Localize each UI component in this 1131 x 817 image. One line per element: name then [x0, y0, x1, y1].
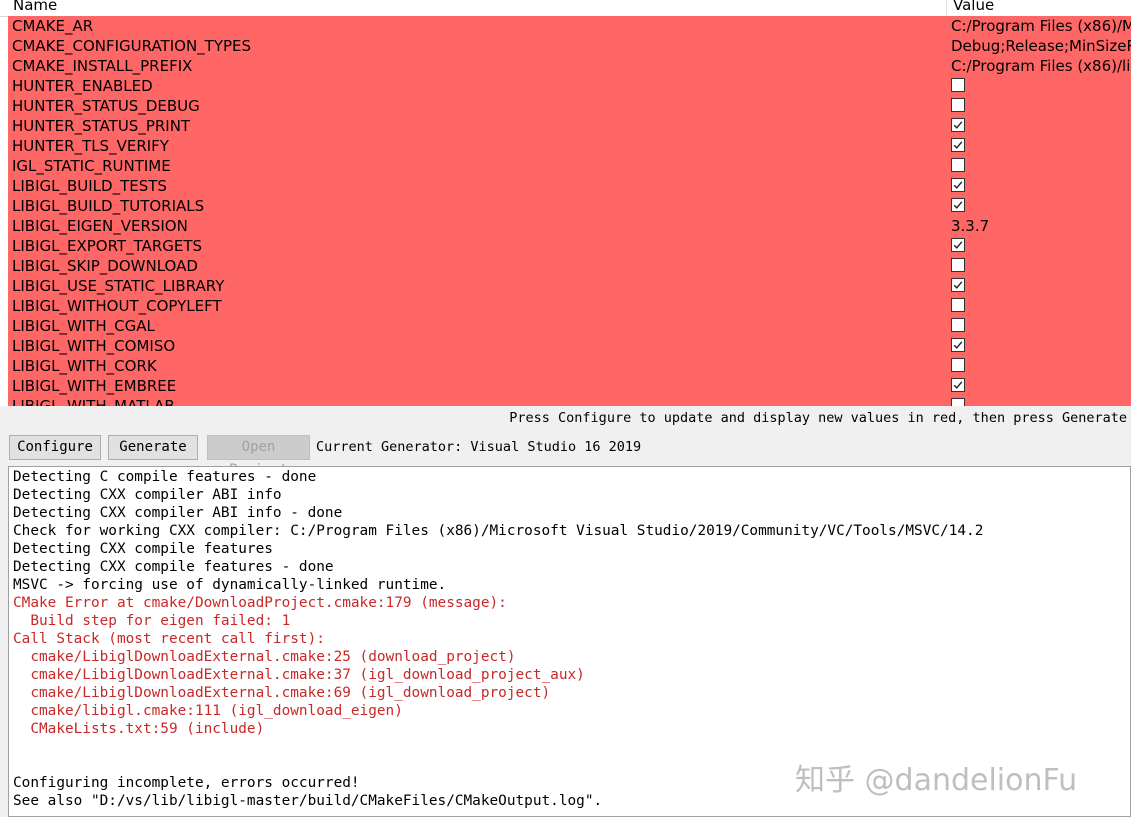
- log-error-line: CMake Error at cmake/DownloadProject.cma…: [13, 595, 507, 611]
- cache-entry-name: LIBIGL_EXPORT_TARGETS: [12, 237, 203, 255]
- cache-row[interactable]: CMAKE_INSTALL_PREFIX C:/Program Files (x8…: [8, 56, 1131, 76]
- table-header: Name Value: [0, 0, 1131, 17]
- current-generator-label: Current Generator: Visual Studio 16 2019: [316, 439, 642, 455]
- cache-entry-name: LIBIGL_WITH_CORK: [12, 357, 157, 375]
- cache-entry-checkbox[interactable]: [951, 358, 965, 372]
- checkmark-icon: [953, 381, 963, 389]
- log-line: Check for working CXX compiler: C:/Progr…: [13, 523, 984, 539]
- cache-table: Name Value CMAKE_AR C:/Program Files (x86…: [0, 0, 1131, 406]
- checkmark-icon: [953, 341, 963, 349]
- cache-entry-name: HUNTER_TLS_VERIFY: [12, 137, 169, 155]
- cache-row[interactable]: HUNTER_ENABLED: [8, 76, 1131, 96]
- log-error-line: cmake/LibiglDownloadExternal.cmake:25 (d…: [13, 649, 516, 665]
- cache-entry-name: HUNTER_ENABLED: [12, 77, 153, 95]
- cache-row[interactable]: LIBIGL_WITH_CGAL: [8, 316, 1131, 336]
- cache-entry-name: LIBIGL_BUILD_TUTORIALS: [12, 197, 205, 215]
- cache-entry-checkbox[interactable]: [951, 98, 965, 112]
- cache-entry-value[interactable]: 3.3.7: [951, 216, 1131, 236]
- log-line: Configuring incomplete, errors occurred!: [13, 775, 360, 791]
- cache-row[interactable]: LIBIGL_WITH_COMISO: [8, 336, 1131, 356]
- checkmark-icon: [953, 141, 963, 149]
- cache-entry-name: HUNTER_STATUS_PRINT: [12, 117, 191, 135]
- configure-hint: Press Configure to update and display ne…: [509, 410, 1127, 426]
- column-header-name[interactable]: Name: [0, 0, 947, 16]
- log-error-line: Call Stack (most recent call first):: [13, 631, 325, 647]
- log-error-line: cmake/libigl.cmake:111 (igl_download_eig…: [13, 703, 403, 719]
- cache-entry-checkbox[interactable]: [951, 238, 965, 252]
- cache-entry-checkbox[interactable]: [951, 338, 965, 352]
- cache-row[interactable]: LIBIGL_WITH_CORK: [8, 356, 1131, 376]
- cache-entry-checkbox[interactable]: [951, 78, 965, 92]
- cache-entry-name: IGL_STATIC_RUNTIME: [12, 157, 171, 175]
- log-line: Detecting C compile features - done: [13, 469, 317, 485]
- log-line: See also "D:/vs/lib/libigl-master/build/…: [13, 793, 603, 809]
- cache-rows: CMAKE_AR C:/Program Files (x86)/M CMAKE_CO…: [8, 16, 1131, 406]
- cache-entry-checkbox[interactable]: [951, 258, 965, 272]
- cache-entry-checkbox[interactable]: [951, 318, 965, 332]
- cache-entry-checkbox[interactable]: [951, 278, 965, 292]
- cache-row[interactable]: LIBIGL_BUILD_TESTS: [8, 176, 1131, 196]
- cache-entry-checkbox[interactable]: [951, 198, 965, 212]
- cache-row[interactable]: LIBIGL_WITH_MATLAB: [8, 396, 1131, 406]
- watermark: 知乎 @dandelionFu: [795, 763, 1078, 798]
- cache-entry-value[interactable]: Debug;Release;MinSizeR: [951, 36, 1131, 56]
- log-error-line: cmake/LibiglDownloadExternal.cmake:69 (i…: [13, 685, 551, 701]
- log-line: Detecting CXX compiler ABI info: [13, 487, 282, 503]
- column-header-value[interactable]: Value: [947, 0, 1131, 16]
- cache-entry-name: LIBIGL_WITH_COMISO: [12, 337, 176, 355]
- cache-entry-value[interactable]: C:/Program Files (x86)/M: [951, 16, 1131, 36]
- cache-entry-checkbox[interactable]: [951, 118, 965, 132]
- log-error-line: Build step for eigen failed: 1: [13, 613, 291, 629]
- cache-row[interactable]: LIBIGL_BUILD_TUTORIALS: [8, 196, 1131, 216]
- cache-entry-name: LIBIGL_BUILD_TESTS: [12, 177, 167, 195]
- cache-row[interactable]: LIBIGL_SKIP_DOWNLOAD: [8, 256, 1131, 276]
- cache-entry-checkbox[interactable]: [951, 378, 965, 392]
- cache-entry-name: LIBIGL_EIGEN_VERSION: [12, 217, 188, 235]
- open-project-button[interactable]: Open Project: [207, 435, 310, 478]
- cache-entry-name: HUNTER_STATUS_DEBUG: [12, 97, 200, 115]
- cache-entry-value[interactable]: C:/Program Files (x86)/lib: [951, 56, 1131, 76]
- cache-entry-name: LIBIGL_USE_STATIC_LIBRARY: [12, 277, 225, 295]
- cache-entry-checkbox[interactable]: [951, 298, 965, 312]
- cache-row[interactable]: HUNTER_STATUS_DEBUG: [8, 96, 1131, 116]
- cache-entry-checkbox[interactable]: [951, 178, 965, 192]
- checkmark-icon: [953, 281, 963, 289]
- cache-entry-name: CMAKE_CONFIGURATION_TYPES: [12, 37, 252, 55]
- log-error-line: cmake/LibiglDownloadExternal.cmake:37 (i…: [13, 667, 585, 683]
- checkmark-icon: [953, 201, 963, 209]
- cache-entry-name: CMAKE_AR: [12, 17, 94, 35]
- cache-entry-name: LIBIGL_WITH_MATLAB: [12, 397, 175, 406]
- log-line: Detecting CXX compile features: [13, 541, 273, 557]
- cache-row[interactable]: CMAKE_CONFIGURATION_TYPES Debug;Release;M…: [8, 36, 1131, 56]
- cache-row[interactable]: LIBIGL_WITH_EMBREE: [8, 376, 1131, 396]
- cache-row[interactable]: CMAKE_AR C:/Program Files (x86)/M: [8, 16, 1131, 36]
- cache-entry-name: LIBIGL_WITH_EMBREE: [12, 377, 177, 395]
- cache-entry-checkbox[interactable]: [951, 398, 965, 406]
- cache-row[interactable]: LIBIGL_USE_STATIC_LIBRARY: [8, 276, 1131, 296]
- checkmark-icon: [953, 181, 963, 189]
- log-line: Detecting CXX compiler ABI info - done: [13, 505, 343, 521]
- cache-entry-name: LIBIGL_WITH_CGAL: [12, 317, 155, 335]
- checkmark-icon: [953, 121, 963, 129]
- log-error-line: CMakeLists.txt:59 (include): [13, 721, 265, 737]
- cache-row[interactable]: LIBIGL_EXPORT_TARGETS: [8, 236, 1131, 256]
- cache-row[interactable]: HUNTER_TLS_VERIFY: [8, 136, 1131, 156]
- cache-entry-checkbox[interactable]: [951, 138, 965, 152]
- log-line: Detecting CXX compile features - done: [13, 559, 334, 575]
- generate-button[interactable]: Generate: [108, 435, 198, 460]
- cache-row[interactable]: IGL_STATIC_RUNTIME: [8, 156, 1131, 176]
- cache-row[interactable]: LIBIGL_WITHOUT_COPYLEFT: [8, 296, 1131, 316]
- log-line: MSVC -> forcing use of dynamically-linke…: [13, 577, 447, 593]
- cache-entry-name: LIBIGL_WITHOUT_COPYLEFT: [12, 297, 222, 315]
- cache-row[interactable]: HUNTER_STATUS_PRINT: [8, 116, 1131, 136]
- cache-entry-name: CMAKE_INSTALL_PREFIX: [12, 57, 193, 75]
- checkmark-icon: [953, 241, 963, 249]
- cache-entry-name: LIBIGL_SKIP_DOWNLOAD: [12, 257, 198, 275]
- cache-row[interactable]: LIBIGL_EIGEN_VERSION 3.3.7: [8, 216, 1131, 236]
- cache-entry-checkbox[interactable]: [951, 158, 965, 172]
- configure-button[interactable]: Configure: [9, 435, 101, 460]
